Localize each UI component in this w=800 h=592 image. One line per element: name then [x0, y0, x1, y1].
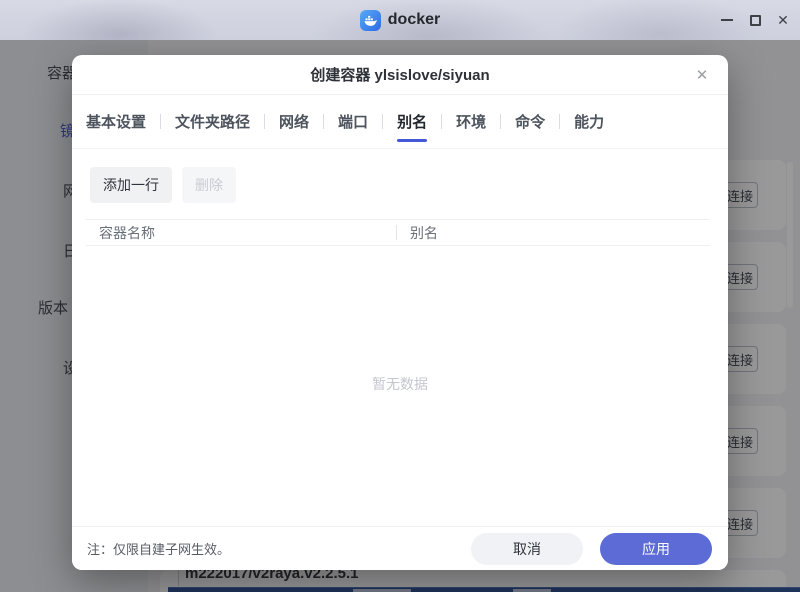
dialog-title: 创建容器 ylsislove/siyuan	[310, 67, 490, 84]
tab-network[interactable]: 网络	[279, 106, 309, 137]
close-dialog-button[interactable]: ✕	[689, 55, 715, 95]
tab-folder-paths[interactable]: 文件夹路径	[175, 106, 250, 137]
minimize-button[interactable]	[712, 0, 742, 40]
titlebar-title-group: docker	[0, 0, 800, 40]
apply-button[interactable]: 应用	[600, 532, 712, 565]
cancel-button[interactable]: 取消	[471, 532, 583, 565]
tab-divider	[500, 114, 502, 129]
tab-ports[interactable]: 端口	[338, 106, 368, 137]
tab-divider	[264, 114, 266, 129]
minimize-icon	[721, 19, 733, 21]
maximize-icon	[749, 14, 761, 26]
column-alias: 别名	[410, 224, 438, 241]
tab-environment[interactable]: 环境	[456, 106, 486, 137]
dialog-tab-bar: 基本设置 文件夹路径 网络 端口 别名 环境 命令 能力	[72, 95, 728, 149]
alias-toolbar: 添加一行 删除	[72, 149, 728, 203]
dialog-footer: 注：仅限自建子网生效。 取消 应用	[72, 526, 728, 570]
tab-alias[interactable]: 别名	[397, 106, 427, 137]
delete-button[interactable]: 删除	[182, 167, 236, 203]
footer-note: 注：仅限自建子网生效。	[87, 542, 231, 557]
tab-divider	[441, 114, 443, 129]
tab-divider	[323, 114, 325, 129]
tab-basic-settings[interactable]: 基本设置	[86, 106, 146, 137]
maximize-button[interactable]	[740, 0, 770, 40]
tab-capabilities[interactable]: 能力	[574, 106, 604, 137]
alias-table-header: 容器名称 别名	[86, 219, 710, 246]
app-title: docker	[387, 11, 441, 28]
empty-state-text: 暂无数据	[372, 376, 428, 392]
tab-divider	[382, 114, 384, 129]
close-window-button[interactable]: ✕	[768, 0, 798, 40]
tab-command[interactable]: 命令	[515, 106, 545, 137]
create-container-dialog: 创建容器 ylsislove/siyuan ✕ 基本设置 文件夹路径 网络 端口…	[72, 55, 728, 570]
dialog-header: 创建容器 ylsislove/siyuan ✕	[72, 55, 728, 95]
close-icon: ✕	[695, 67, 709, 84]
close-window-icon: ✕	[777, 11, 789, 28]
tab-divider	[160, 114, 162, 129]
column-container-name: 容器名称	[99, 224, 155, 241]
tab-divider	[559, 114, 561, 129]
docker-logo-icon	[359, 9, 381, 31]
window-titlebar: docker ✕	[0, 0, 800, 40]
add-row-button[interactable]: 添加一行	[90, 167, 172, 203]
